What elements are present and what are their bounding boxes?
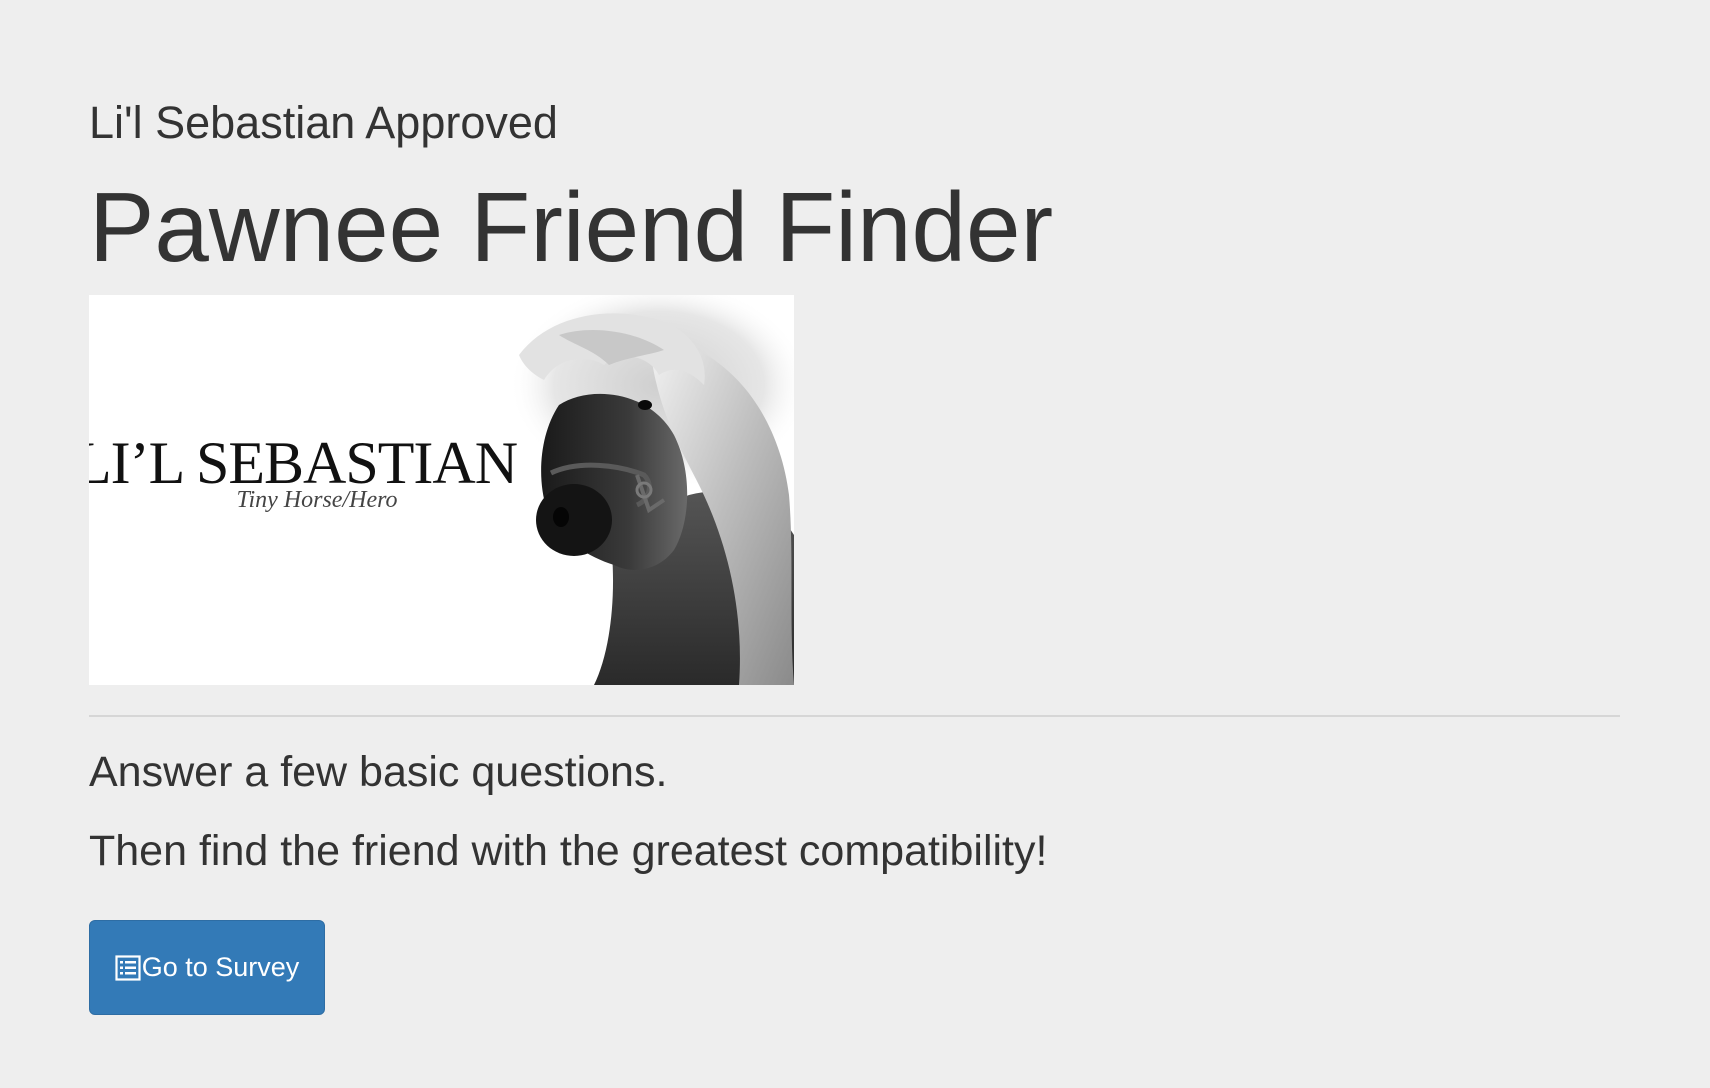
intro-line-2: Then find the friend with the greatest c… bbox=[89, 827, 1048, 875]
lil-sebastian-image: LI’L SEBASTIAN Tiny Horse/Hero bbox=[89, 295, 794, 685]
page-subtitle: Li'l Sebastian Approved bbox=[89, 97, 558, 148]
intro-line-1: Answer a few basic questions. bbox=[89, 748, 668, 796]
divider bbox=[89, 715, 1620, 717]
list-alt-icon bbox=[115, 954, 141, 981]
go-to-survey-label: Go to Survey bbox=[141, 952, 300, 982]
jumbotron: Li'l Sebastian Approved Pawnee Friend Fi… bbox=[0, 0, 1710, 1088]
logo-tagline: Tiny Horse/Hero bbox=[236, 487, 397, 513]
go-to-survey-button[interactable]: Go to Survey bbox=[89, 920, 325, 1015]
page-title: Pawnee Friend Finder bbox=[89, 172, 1054, 282]
